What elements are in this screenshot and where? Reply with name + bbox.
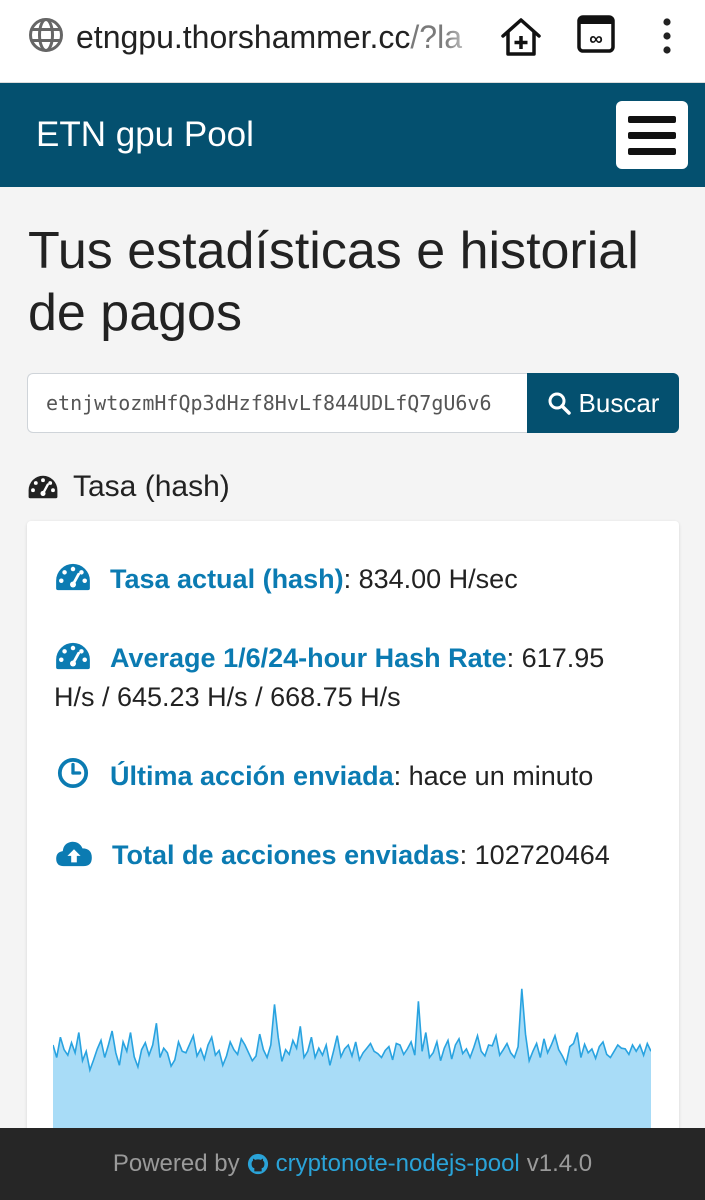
stat-average-hashrate: Average 1/6/24-hour Hash Rate: 617.95 H/… — [54, 642, 605, 712]
chart-area-fill — [53, 988, 651, 1145]
search-button[interactable]: Buscar — [527, 373, 679, 433]
tachometer-icon — [28, 475, 58, 499]
stat-label: Average 1/6/24-hour Hash Rate — [110, 643, 507, 673]
overflow-menu-icon[interactable] — [650, 14, 684, 58]
hashrate-section-heading: Tasa (hash) — [27, 466, 230, 508]
github-icon — [247, 1153, 268, 1175]
site-navbar: ETN gpu Pool — [0, 83, 705, 187]
tachometer-icon — [56, 642, 90, 670]
stat-value: hace un minuto — [408, 761, 594, 791]
svg-text:∞: ∞ — [589, 29, 603, 50]
site-brand[interactable]: ETN gpu Pool — [36, 83, 254, 187]
stat-label: Total de acciones enviadas — [112, 840, 460, 870]
url-host: etngpu.thorshammer.cc — [76, 19, 411, 55]
hashrate-card: Tasa actual (hash): 834.00 H/sec Average… — [27, 521, 679, 1161]
search-icon — [548, 392, 571, 415]
footer-project-link[interactable]: cryptonote-nodejs-pool — [276, 1150, 520, 1178]
tachometer-icon — [56, 563, 90, 591]
address-bar[interactable]: etngpu.thorshammer.cc/?la — [76, 14, 484, 60]
stat-label: Última acción enviada — [110, 761, 394, 791]
globe-icon — [29, 18, 63, 52]
footer-version: v1.4.0 — [526, 1150, 593, 1177]
footer-prefix: Powered by — [112, 1150, 240, 1177]
stat-value: 102720464 — [474, 840, 610, 870]
search-button-label: Buscar — [578, 387, 660, 418]
stat-label: Tasa actual (hash) — [110, 564, 344, 594]
wallet-address-input[interactable] — [27, 373, 527, 433]
tab-switcher-icon[interactable]: ∞ — [576, 14, 616, 54]
page-title: Tus estadísticas e historial de pagos — [28, 222, 639, 342]
add-to-home-icon[interactable] — [498, 14, 544, 60]
hashrate-section-title: Tasa (hash) — [73, 470, 230, 503]
clock-icon — [57, 757, 89, 789]
cloud-upload-icon — [56, 841, 92, 867]
stat-value: 834.00 H/sec — [358, 564, 518, 594]
hashrate-history-chart — [53, 988, 651, 1145]
nav-toggle-button[interactable] — [616, 101, 688, 169]
footer: Powered by cryptonote-nodejs-pool v1.4.0 — [0, 1128, 705, 1200]
stat-total-shares: Total de acciones enviadas: 102720464 — [54, 836, 644, 875]
stat-current-hashrate: Tasa actual (hash): 834.00 H/sec — [54, 560, 644, 599]
browser-toolbar: etngpu.thorshammer.cc/?la ∞ — [0, 0, 705, 83]
stat-last-share: Última acción enviada: hace un minuto — [54, 757, 644, 796]
